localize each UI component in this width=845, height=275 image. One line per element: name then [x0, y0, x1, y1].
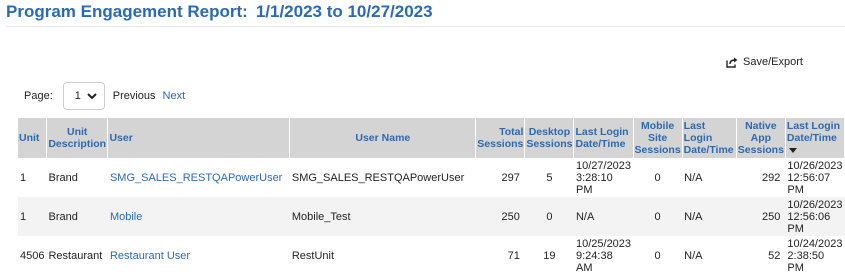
- cell-mobile-site-sessions: 0: [633, 197, 683, 236]
- cell-unit-description: Restaurant: [46, 236, 108, 275]
- cell-desktop-last-login: N/A: [573, 197, 634, 236]
- export-icon: [726, 57, 738, 68]
- cell-desktop-last-login: 10/25/2023 9:24:38 AM: [573, 236, 634, 275]
- cell-user-link[interactable]: Restaurant User: [107, 236, 290, 275]
- col-header-native-last-login[interactable]: Last Login Date/Time: [785, 118, 845, 158]
- cell-mobile-site-sessions: 0: [633, 236, 683, 275]
- cell-total-sessions: 250: [475, 197, 525, 236]
- engagement-table: Unit Unit Description User User Name Tot…: [18, 118, 845, 275]
- pagination: Page: 1 Previous Next: [24, 81, 185, 111]
- report-title: Program Engagement Report:: [6, 2, 248, 21]
- cell-total-sessions: 71: [475, 236, 525, 275]
- cell-unit-description: Brand: [46, 197, 108, 236]
- table-row: 1 Brand SMG_SALES_RESTQAPowerUser SMG_SA…: [18, 158, 845, 197]
- table-header-row: Unit Unit Description User User Name Tot…: [18, 118, 845, 158]
- page-select[interactable]: 1: [62, 82, 105, 110]
- cell-desktop-sessions: 19: [524, 236, 574, 275]
- cell-user-name: Mobile_Test: [289, 197, 476, 236]
- page-title: Program Engagement Report: 1/1/2023 to 10…: [6, 2, 433, 22]
- cell-total-sessions: 297: [475, 158, 525, 197]
- col-header-user-name[interactable]: User Name: [289, 118, 477, 158]
- table-row: 4506 Restaurant Restaurant User RestUnit…: [18, 236, 845, 275]
- cell-user-name: SMG_SALES_RESTQAPowerUser: [289, 158, 476, 197]
- col-header-total-sessions[interactable]: Total Sessions: [475, 118, 526, 158]
- cell-desktop-last-login: 10/27/2023 3:28:10 PM: [573, 158, 634, 197]
- sort-desc-icon: [788, 147, 797, 153]
- save-export-label: Save/Export: [743, 56, 803, 68]
- col-header-native-last-login-label: Last Login Date/Time: [786, 120, 840, 144]
- col-header-mobile-last-login[interactable]: Last Login Date/Time: [682, 118, 737, 158]
- cell-mobile-last-login: N/A: [682, 236, 737, 275]
- cell-mobile-last-login: N/A: [682, 197, 737, 236]
- title-divider: [6, 26, 845, 27]
- cell-unit: 4506: [18, 236, 47, 275]
- cell-native-last-login: 10/26/2023 12:56:07 PM: [785, 158, 845, 197]
- cell-native-app-sessions: 52: [736, 236, 786, 275]
- previous-link[interactable]: Previous: [113, 90, 156, 102]
- cell-unit-description: Brand: [46, 158, 108, 197]
- cell-native-app-sessions: 250: [736, 197, 786, 236]
- save-export-button[interactable]: Save/Export: [726, 56, 803, 68]
- page-label: Page:: [24, 90, 53, 102]
- next-link[interactable]: Next: [163, 90, 186, 102]
- cell-unit: 1: [18, 197, 47, 236]
- cell-native-last-login: 10/24/2023 2:38:50 PM: [785, 236, 845, 275]
- col-header-native-app-sessions[interactable]: Native App Sessions: [736, 118, 786, 158]
- col-header-desktop-last-login[interactable]: Last Login Date/Time: [573, 118, 634, 158]
- col-header-mobile-site-sessions[interactable]: Mobile Site Sessions: [633, 118, 683, 158]
- col-header-unit-description[interactable]: Unit Description: [46, 118, 109, 158]
- col-header-user[interactable]: User: [107, 118, 291, 158]
- cell-unit: 1: [18, 158, 47, 197]
- cell-native-app-sessions: 292: [736, 158, 786, 197]
- report-date-range: 1/1/2023 to 10/27/2023: [255, 2, 433, 21]
- page-select-value: 1: [74, 90, 81, 102]
- col-header-unit[interactable]: Unit: [18, 118, 47, 158]
- cell-mobile-last-login: N/A: [682, 158, 737, 197]
- cell-desktop-sessions: 5: [524, 158, 574, 197]
- col-header-desktop-sessions[interactable]: Desktop Sessions: [524, 118, 575, 158]
- table-row: 1 Brand Mobile Mobile_Test 250 0 N/A 0 N…: [18, 197, 845, 236]
- cell-user-link[interactable]: Mobile: [107, 197, 290, 236]
- cell-mobile-site-sessions: 0: [633, 158, 683, 197]
- cell-native-last-login: 10/26/2023 12:56:06 PM: [785, 197, 845, 236]
- cell-desktop-sessions: 0: [524, 197, 574, 236]
- cell-user-name: RestUnit: [289, 236, 476, 275]
- chevron-down-icon: [87, 92, 97, 99]
- cell-user-link[interactable]: SMG_SALES_RESTQAPowerUser: [107, 158, 290, 197]
